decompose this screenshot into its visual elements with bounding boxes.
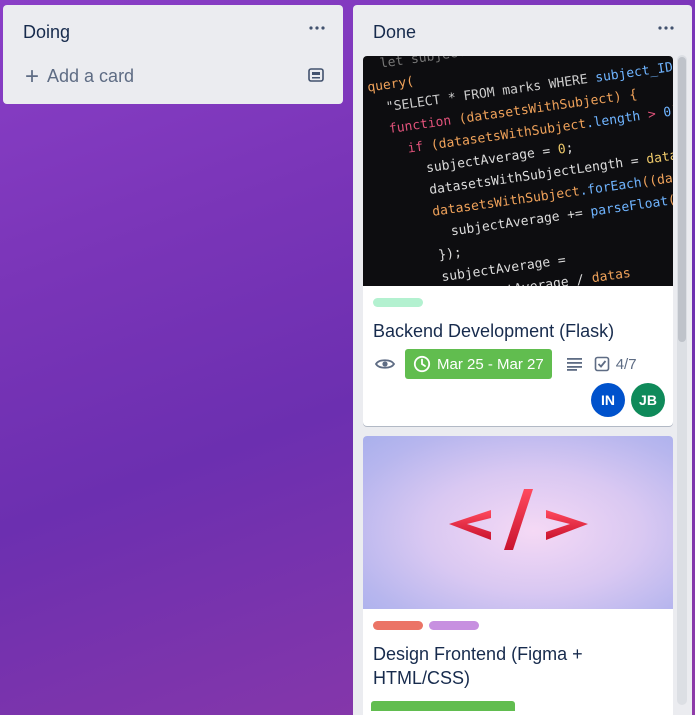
label-green[interactable] xyxy=(373,298,423,307)
avatar[interactable]: JB xyxy=(631,383,665,417)
scrollbar-thumb[interactable] xyxy=(678,57,686,342)
description-icon xyxy=(566,358,582,371)
plus-icon: + xyxy=(25,62,40,90)
list-done: Done let subjectAverage; query( "SELECT … xyxy=(353,5,692,715)
due-date-text: Mar 25 - Mar 27 xyxy=(437,355,544,373)
card-labels xyxy=(363,286,673,307)
html-tag-graphic xyxy=(449,489,588,550)
checklist-badge: 4/7 xyxy=(594,356,637,373)
card-cover-image: let subjectAverage; query( "SELECT * FRO… xyxy=(363,56,673,286)
clock-icon xyxy=(413,355,431,373)
avatar[interactable]: IN xyxy=(591,383,625,417)
list-menu-button[interactable] xyxy=(654,19,678,39)
more-icon xyxy=(309,26,325,30)
more-icon xyxy=(658,26,674,30)
list-title[interactable]: Done xyxy=(373,22,416,43)
card-labels xyxy=(363,609,673,630)
eye-icon xyxy=(375,359,395,369)
card-cover-image xyxy=(363,436,673,609)
add-card-button[interactable]: + Add a card xyxy=(25,62,135,90)
list-title[interactable]: Doing xyxy=(23,22,70,43)
card-title: Backend Development (Flask) xyxy=(373,321,615,341)
checklist-icon xyxy=(594,356,610,372)
list-scrollbar[interactable] xyxy=(677,55,687,705)
due-date-badge[interactable]: Mar 25 - Mar 27 xyxy=(405,349,552,379)
add-card-label: Add a card xyxy=(47,66,135,86)
card-frontend[interactable]: Design Frontend (Figma + HTML/CSS) xyxy=(363,436,673,715)
code-cover-graphic: let subjectAverage; query( "SELECT * FRO… xyxy=(366,56,673,286)
checklist-count: 4/7 xyxy=(615,355,637,373)
list-doing: Doing + Add a card xyxy=(3,5,343,104)
card-backend[interactable]: let subjectAverage; query( "SELECT * FRO… xyxy=(363,56,673,426)
label-purple[interactable] xyxy=(429,621,479,630)
label-red[interactable] xyxy=(373,621,423,630)
card-members: IN JB xyxy=(591,383,665,417)
card-template-icon[interactable] xyxy=(307,67,325,83)
due-date-badge[interactable] xyxy=(371,701,515,711)
card-title: Design Frontend (Figma + HTML/CSS) xyxy=(373,644,583,688)
list-menu-button[interactable] xyxy=(305,19,329,39)
card-badges: Mar 25 - Mar 27 4/7 xyxy=(363,343,673,379)
